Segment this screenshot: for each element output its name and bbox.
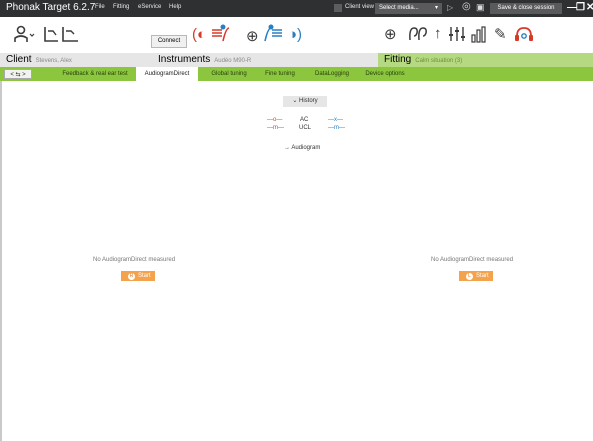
menu-fitting[interactable]: Fitting: [113, 4, 129, 10]
play-icon[interactable]: ▷: [447, 3, 453, 12]
section-header-bar: Client Stevens, Alex Instruments Audéo M90…: [0, 53, 593, 67]
instruments-model: Audéo M90-R: [214, 58, 252, 64]
wrench-icon[interactable]: ✎: [494, 25, 507, 43]
fitting-label: Fitting: [384, 54, 412, 65]
left-edge-divider: [0, 81, 2, 441]
tab-audiogramdirect[interactable]: AudiogramDirect: [136, 67, 198, 81]
tab-fine-tuning[interactable]: Fine tuning: [258, 67, 302, 81]
right-no-measurement-text: No AudiogramDirect measured: [93, 257, 176, 263]
crosshair-icon[interactable]: ⊕: [384, 25, 397, 43]
fitting-program: Calm situation (3): [415, 58, 463, 64]
tab-device-options[interactable]: Device options: [360, 67, 410, 81]
audiogram-link[interactable]: → Audiogram: [284, 145, 320, 151]
bar-chart-icon[interactable]: [470, 25, 488, 47]
title-bar: Phonak Target 6.2.7 File Fitting eServic…: [0, 0, 593, 17]
select-media-dropdown[interactable]: Select media... ▾: [375, 3, 442, 14]
left-start-label: Start: [476, 273, 489, 279]
chevron-down-icon: ▾: [434, 5, 438, 11]
behind-ear-device-icon[interactable]: [210, 24, 230, 48]
legend-ac-label: AC: [300, 117, 309, 123]
client-view-label[interactable]: Client view: [345, 4, 374, 10]
right-ac-symbol: —o—: [267, 117, 283, 123]
main-toolbar: Connect (◐ ⊕ ◑) ⊕ ↑ ✎: [0, 17, 593, 54]
left-no-measurement-text: No AudiogramDirect measured: [431, 257, 514, 263]
close-icon[interactable]: ✕: [586, 2, 593, 13]
tab-datalogging[interactable]: DataLogging: [306, 67, 358, 81]
tab-navigation-button[interactable]: < ⇆ >: [4, 69, 32, 79]
client-person-icon[interactable]: [14, 25, 36, 47]
tab-feedback-real-ear[interactable]: Feedback & real ear test: [58, 67, 132, 81]
client-view-toggle-icon[interactable]: [334, 4, 342, 12]
menu-file[interactable]: File: [95, 4, 105, 10]
globe-icon[interactable]: ◎: [462, 1, 471, 12]
client-name: Stevens, Alex: [35, 58, 72, 64]
tab-global-tuning[interactable]: Global tuning: [202, 67, 256, 81]
left-hearing-aid-icon[interactable]: ◑): [288, 26, 302, 43]
save-close-session-button[interactable]: Save & close session: [490, 3, 562, 14]
legend-ucl-label: UCL: [299, 125, 312, 131]
right-hearing-aid-icon[interactable]: (◐: [192, 26, 206, 43]
right-ucl-symbol: —m—: [267, 125, 284, 131]
fitting-section[interactable]: Fitting Calm situation (3): [378, 53, 593, 67]
app-title: Phonak Target 6.2.7: [6, 2, 96, 13]
instruments-section[interactable]: Instruments Audéo M90-R: [152, 53, 378, 67]
connect-button[interactable]: Connect: [151, 35, 187, 48]
equalizer-icon[interactable]: [448, 25, 466, 47]
tab-bar: < ⇆ > Feedback & real ear test Audiogram…: [0, 67, 593, 81]
instruments-label: Instruments: [158, 54, 211, 65]
headset-icon[interactable]: [514, 25, 534, 47]
menu-eservice[interactable]: eService: [138, 4, 161, 10]
connection-device-icon[interactable]: ⊕: [246, 27, 259, 45]
save-icon[interactable]: ▣: [476, 2, 485, 13]
restore-icon[interactable]: ❐: [576, 2, 585, 13]
double-chevron-down-icon: ⌄: [292, 98, 300, 104]
right-start-label: Start: [138, 273, 151, 279]
right-start-button[interactable]: R Start: [121, 271, 155, 281]
left-behind-ear-device-icon[interactable]: [262, 24, 284, 48]
ears-icon[interactable]: [408, 25, 428, 47]
history-button[interactable]: ⌄ History: [283, 96, 327, 107]
left-start-button[interactable]: L Start: [459, 271, 493, 281]
left-ac-symbol: —x—: [328, 117, 343, 123]
select-media-label: Select media...: [379, 5, 419, 11]
history-label: History: [299, 98, 318, 104]
left-ear-badge: L: [466, 273, 473, 280]
arrow-up-icon[interactable]: ↑: [434, 25, 442, 42]
client-label: Client: [6, 54, 32, 65]
audiogram-icon[interactable]: [44, 25, 80, 47]
left-ucl-symbol: —m—: [328, 125, 345, 131]
right-ear-badge: R: [128, 273, 135, 280]
menu-help[interactable]: Help: [169, 4, 181, 10]
client-section[interactable]: Client Stevens, Alex: [0, 53, 152, 67]
